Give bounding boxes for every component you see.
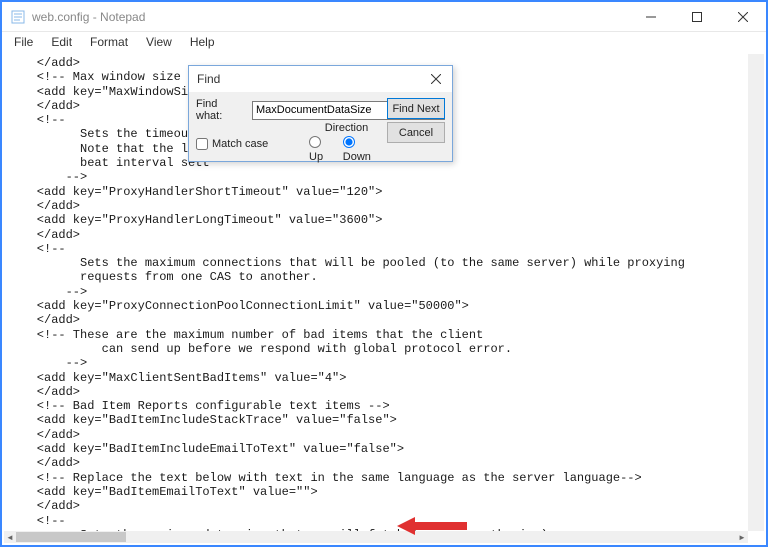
menu-edit[interactable]: Edit (43, 33, 80, 51)
menu-help[interactable]: Help (182, 33, 223, 51)
title-bar: web.config - Notepad (2, 2, 766, 32)
editor-line: <add key="BadItemIncludeEmailToText" val… (8, 442, 760, 456)
direction-group: Direction Up Down (309, 122, 384, 163)
menu-file[interactable]: File (6, 33, 41, 51)
editor-line: <add key="BadItemEmailToText" value=""> (8, 485, 760, 499)
find-close-button[interactable] (420, 66, 452, 92)
editor-line: </add> (8, 199, 760, 213)
minimize-icon (646, 12, 656, 22)
scroll-right-icon[interactable]: ► (736, 531, 748, 543)
editor-line: </add> (8, 385, 760, 399)
editor-line: <!-- Bad Item Reports configurable text … (8, 399, 760, 413)
editor-line: Sets the maximum connections that will b… (8, 256, 760, 270)
editor-line: <!-- (8, 242, 760, 256)
editor-line: requests from one CAS to another. (8, 270, 760, 284)
scroll-thumb[interactable] (16, 532, 126, 542)
vertical-scrollbar[interactable] (748, 54, 764, 531)
close-button[interactable] (720, 2, 766, 32)
editor-line: </add> (8, 456, 760, 470)
editor-line: --> (8, 356, 760, 370)
editor-line: can send up before we respond with globa… (8, 342, 760, 356)
find-dialog: Find Find what: Find Next Cancel Directi… (188, 65, 453, 162)
editor-line: <!-- (8, 514, 760, 528)
menu-format[interactable]: Format (82, 33, 136, 51)
editor-line: </add> (8, 228, 760, 242)
horizontal-scrollbar[interactable]: ◄ ► (4, 531, 748, 543)
direction-down-option[interactable]: Down (343, 136, 384, 163)
match-case-label: Match case (212, 138, 268, 150)
find-next-button[interactable]: Find Next (387, 98, 445, 119)
editor-line: <add key="MaxClientSentBadItems" value="… (8, 371, 760, 385)
direction-down-radio[interactable] (343, 136, 355, 148)
direction-up-radio[interactable] (309, 136, 321, 148)
window-title: web.config - Notepad (32, 10, 145, 24)
menu-view[interactable]: View (138, 33, 180, 51)
close-icon (431, 74, 441, 84)
find-dialog-title: Find (197, 72, 220, 86)
editor-line: <!-- Replace the text below with text in… (8, 471, 760, 485)
scroll-left-icon[interactable]: ◄ (4, 531, 16, 543)
editor-line: <add key="ProxyHandlerShortTimeout" valu… (8, 185, 760, 199)
app-icon (10, 9, 26, 25)
maximize-icon (692, 12, 702, 22)
direction-up-option[interactable]: Up (309, 136, 337, 163)
editor-line: </add> (8, 428, 760, 442)
menu-bar: File Edit Format View Help (2, 32, 766, 52)
maximize-button[interactable] (674, 2, 720, 32)
editor-line: <add key="ProxyConnectionPoolConnectionL… (8, 299, 760, 313)
match-case-checkbox[interactable] (196, 138, 208, 150)
editor-line: <add key="BadItemIncludeStackTrace" valu… (8, 413, 760, 427)
direction-label: Direction (309, 122, 384, 134)
close-icon (738, 12, 748, 22)
minimize-button[interactable] (628, 2, 674, 32)
editor-line: --> (8, 170, 760, 184)
editor-line: <!-- These are the maximum number of bad… (8, 328, 760, 342)
find-what-label: Find what: (196, 98, 246, 122)
cancel-button[interactable]: Cancel (387, 122, 445, 143)
editor-line: </add> (8, 499, 760, 513)
editor-line: --> (8, 285, 760, 299)
editor-line: <add key="ProxyHandlerLongTimeout" value… (8, 213, 760, 227)
find-dialog-titlebar[interactable]: Find (189, 66, 452, 92)
editor-line: </add> (8, 313, 760, 327)
